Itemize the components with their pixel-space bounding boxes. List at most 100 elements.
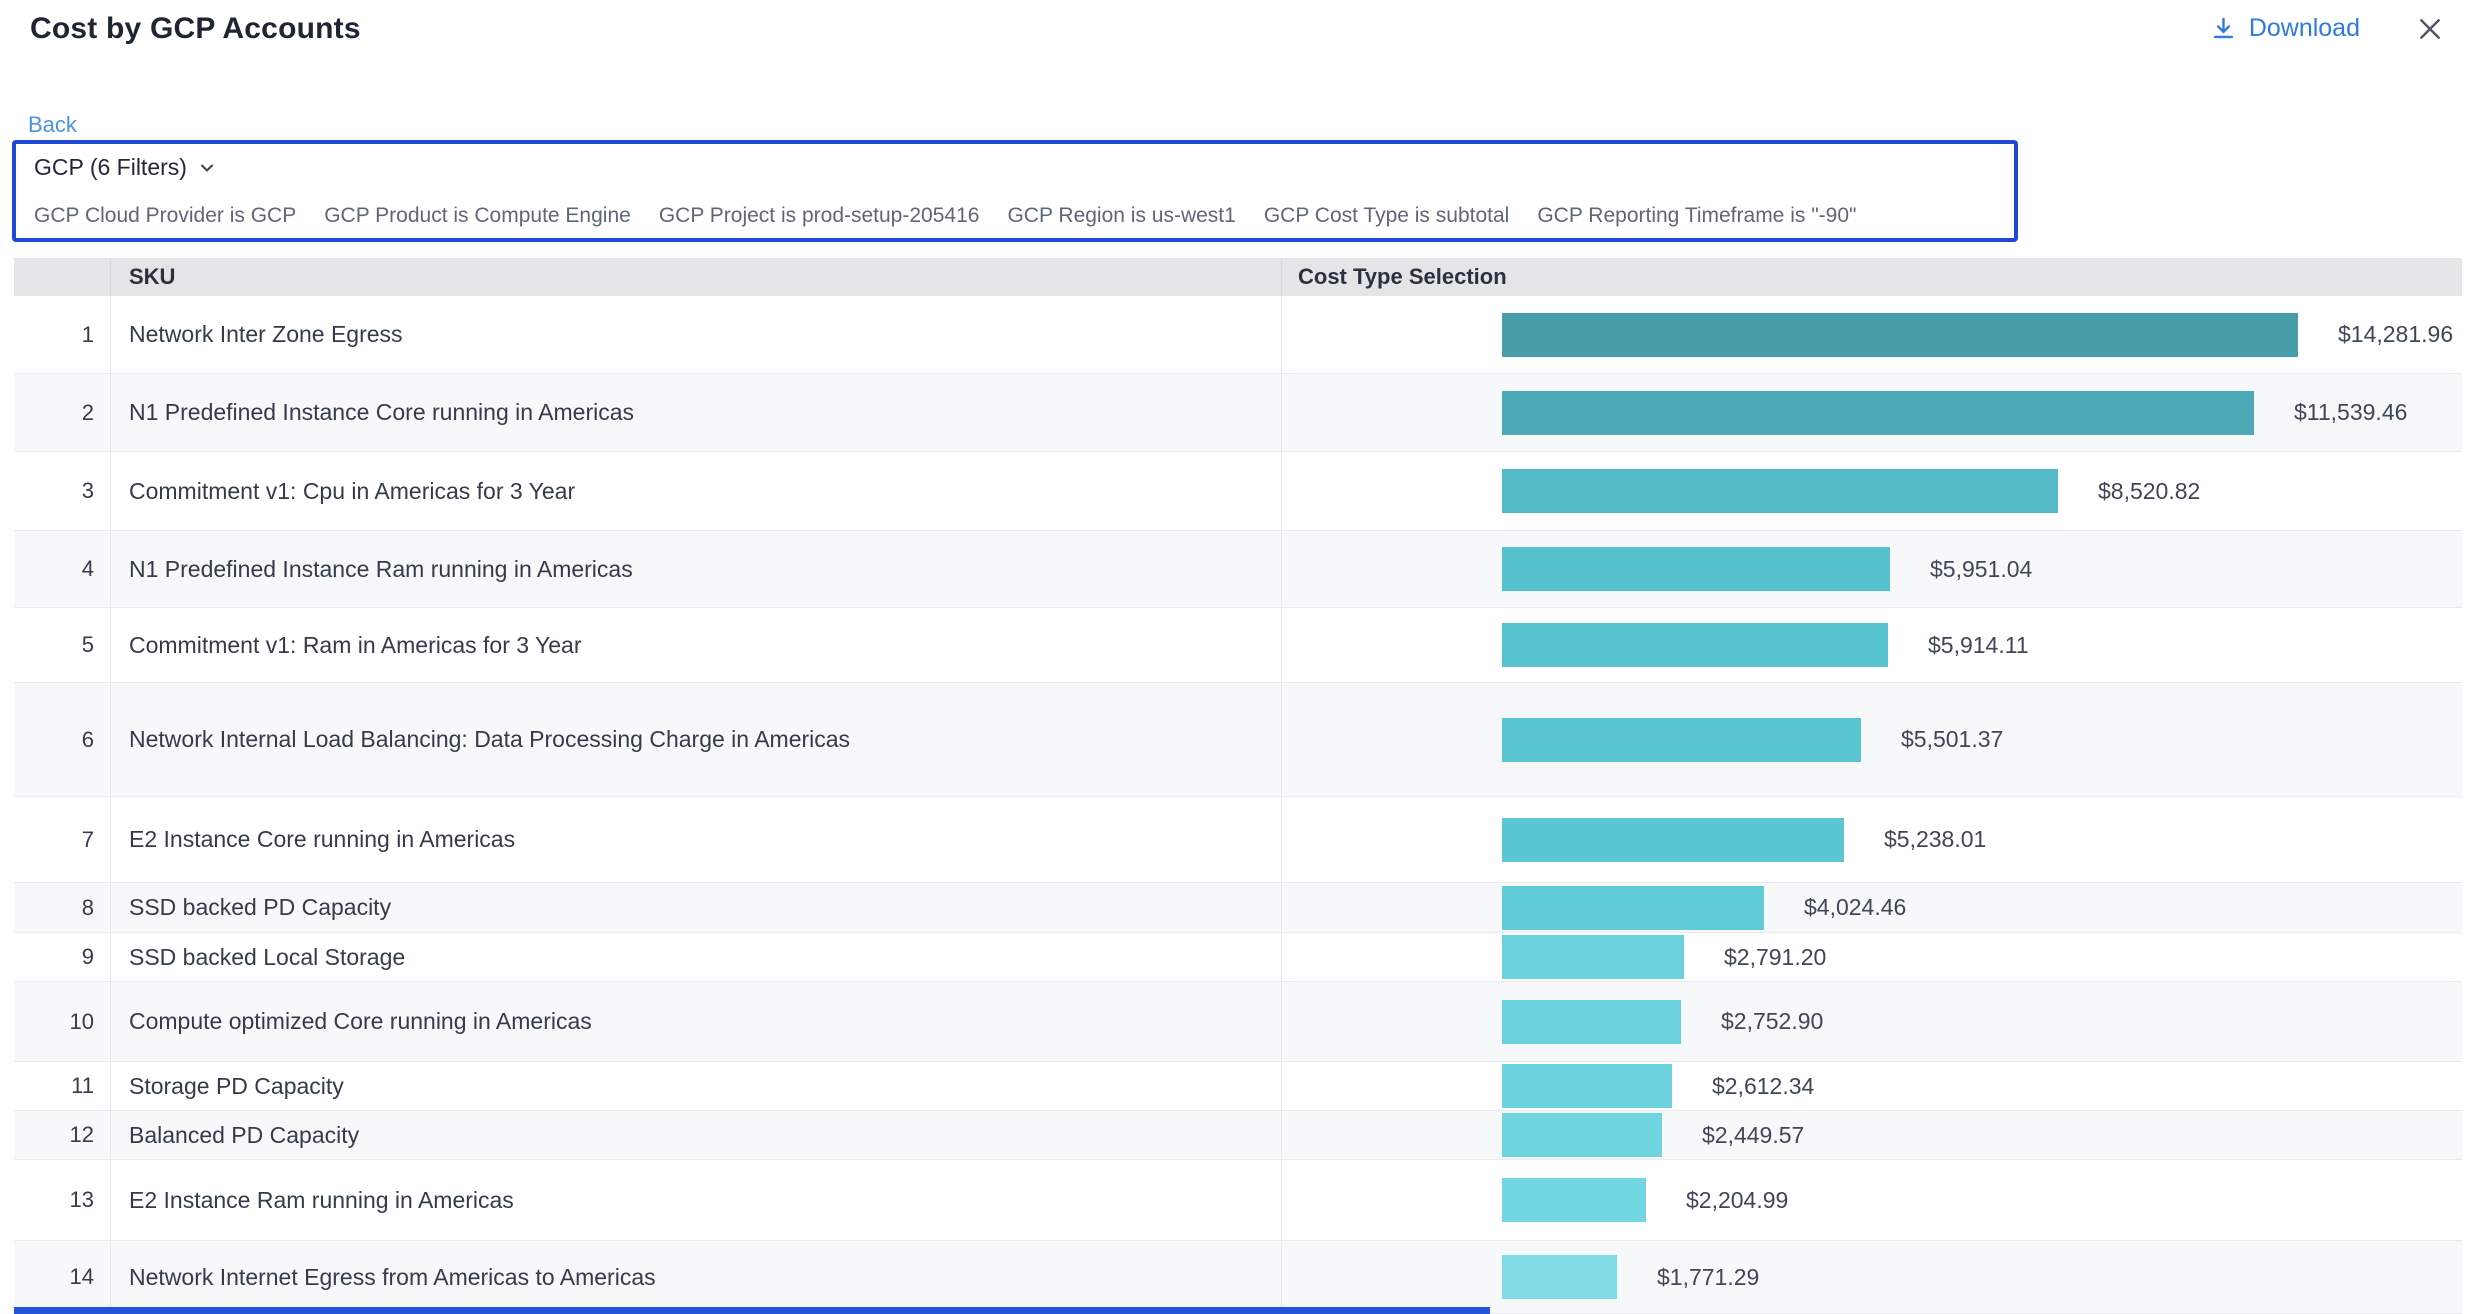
cost-bar[interactable] — [1502, 391, 2254, 435]
table-row[interactable]: 10Compute optimized Core running in Amer… — [14, 982, 2462, 1062]
table-row[interactable]: 3Commitment v1: Cpu in Americas for 3 Ye… — [14, 452, 2462, 531]
cost-bar[interactable] — [1502, 1000, 1681, 1044]
download-button[interactable]: Download — [2210, 14, 2360, 43]
filter-group-toggle[interactable]: GCP (6 Filters) — [34, 154, 217, 181]
cost-value-label: $2,449.57 — [1702, 1122, 1804, 1149]
cost-bar[interactable] — [1502, 818, 1844, 862]
column-header-sku[interactable]: SKU — [111, 258, 1282, 296]
table-row[interactable]: 5Commitment v1: Ram in Americas for 3 Ye… — [14, 608, 2462, 683]
column-header-index — [14, 258, 111, 296]
close-icon — [2416, 15, 2444, 43]
table-row[interactable]: 4N1 Predefined Instance Ram running in A… — [14, 531, 2462, 608]
cost-bar[interactable] — [1502, 547, 1890, 591]
table-row[interactable]: 8SSD backed PD Capacity $4,024.46 — [14, 883, 2462, 933]
table-row[interactable]: 13E2 Instance Ram running in Americas$2,… — [14, 1160, 2462, 1241]
cost-value-label: $8,520.82 — [2098, 478, 2200, 505]
table-row[interactable]: 12Balanced PD Capacity$2,449.57 — [14, 1111, 2462, 1160]
cost-bar-cell: $2,612.34 — [1282, 1062, 2462, 1110]
cost-bar[interactable] — [1502, 1178, 1646, 1222]
sku-name: N1 Predefined Instance Core running in A… — [111, 374, 1282, 451]
table-row[interactable]: 14Network Internet Egress from Americas … — [14, 1241, 2462, 1314]
row-index: 8 — [14, 883, 111, 932]
cost-value-label: $5,501.37 — [1901, 726, 2003, 753]
row-index: 5 — [14, 608, 111, 682]
table-header: SKU Cost Type Selection — [14, 258, 2462, 296]
row-index: 2 — [14, 374, 111, 451]
table-row[interactable]: 9SSD backed Local Storage$2,791.20 — [14, 933, 2462, 982]
cost-value-label: $5,238.01 — [1884, 826, 1986, 853]
cost-value-label: $11,539.46 — [2294, 399, 2407, 426]
row-index: 13 — [14, 1160, 111, 1240]
filter-condition-3: GCP Project is prod-setup-205416 — [659, 204, 980, 228]
row-index: 11 — [14, 1062, 111, 1110]
top-actions: Download — [2210, 14, 2444, 43]
sku-name: Network Inter Zone Egress — [111, 296, 1282, 373]
cost-bar[interactable] — [1502, 623, 1888, 667]
row-index: 6 — [14, 683, 111, 796]
cost-by-gcp-accounts-panel: Cost by GCP Accounts Download Back GCP (… — [0, 0, 2476, 1314]
cost-bar-cell: $2,449.57 — [1282, 1111, 2462, 1159]
sku-name: Storage PD Capacity — [111, 1062, 1282, 1110]
close-button[interactable] — [2416, 15, 2444, 43]
table-row[interactable]: 2N1 Predefined Instance Core running in … — [14, 374, 2462, 452]
cost-bar-cell: $2,791.20 — [1282, 933, 2462, 981]
cost-bar-cell: $5,238.01 — [1282, 797, 2462, 882]
cost-bar[interactable] — [1502, 718, 1861, 762]
chevron-down-icon — [197, 158, 217, 178]
filter-group-label: GCP (6 Filters) — [34, 154, 187, 181]
cost-bar[interactable] — [1502, 886, 1764, 930]
cost-bar[interactable] — [1502, 1064, 1672, 1108]
cost-bar-cell: $14,281.96 — [1282, 296, 2462, 373]
sku-name: SSD backed PD Capacity — [111, 883, 1282, 932]
cost-value-label: $2,204.99 — [1686, 1187, 1788, 1214]
sku-name: E2 Instance Core running in Americas — [111, 797, 1282, 882]
sku-name: Compute optimized Core running in Americ… — [111, 982, 1282, 1061]
row-index: 3 — [14, 452, 111, 530]
sku-name: Balanced PD Capacity — [111, 1111, 1282, 1159]
filter-condition-6: GCP Reporting Timeframe is "-90" — [1537, 204, 1856, 228]
row-index: 7 — [14, 797, 111, 882]
filter-group-box: GCP (6 Filters) GCP Cloud Provider is GC… — [12, 140, 2018, 242]
cost-bar[interactable] — [1502, 935, 1684, 979]
table-row[interactable]: 7E2 Instance Core running in Americas $5,… — [14, 797, 2462, 883]
cost-value-label: $14,281.96 — [2338, 321, 2453, 348]
cost-value-label: $2,752.90 — [1721, 1008, 1823, 1035]
sku-name: N1 Predefined Instance Ram running in Am… — [111, 531, 1282, 607]
cost-bar-cell: $2,752.90 — [1282, 982, 2462, 1061]
row-index: 9 — [14, 933, 111, 981]
cost-value-label: $5,951.04 — [1930, 556, 2032, 583]
sku-name: Network Internet Egress from Americas to… — [111, 1241, 1282, 1313]
cost-bar-cell: $4,024.46 — [1282, 883, 2462, 932]
horizontal-scroll-indicator[interactable] — [14, 1307, 1490, 1314]
row-index: 1 — [14, 296, 111, 373]
page-title: Cost by GCP Accounts — [30, 12, 361, 46]
cost-bar[interactable] — [1502, 313, 2298, 357]
cost-value-label: $2,791.20 — [1724, 944, 1826, 971]
filter-condition-4: GCP Region is us-west1 — [1007, 204, 1235, 228]
sku-name: Commitment v1: Ram in Americas for 3 Yea… — [111, 608, 1282, 682]
column-header-cost-type-selection[interactable]: Cost Type Selection — [1282, 258, 2462, 296]
row-index: 4 — [14, 531, 111, 607]
cost-bar[interactable] — [1502, 1255, 1617, 1299]
sku-name: Commitment v1: Cpu in Americas for 3 Yea… — [111, 452, 1282, 530]
cost-bar[interactable] — [1502, 1113, 1662, 1157]
cost-bar-cell: $5,951.04 — [1282, 531, 2462, 607]
table-row[interactable]: 6Network Internal Load Balancing: Data P… — [14, 683, 2462, 797]
download-icon — [2210, 15, 2237, 42]
cost-table: SKU Cost Type Selection 1Network Inter Z… — [14, 258, 2462, 1314]
back-link[interactable]: Back — [28, 112, 77, 138]
filter-condition-2: GCP Product is Compute Engine — [324, 204, 631, 228]
table-row[interactable]: 1Network Inter Zone Egress $14,281.96 — [14, 296, 2462, 374]
cost-bar[interactable] — [1502, 469, 2058, 513]
table-row[interactable]: 11Storage PD Capacity $2,612.34 — [14, 1062, 2462, 1111]
cost-value-label: $4,024.46 — [1804, 894, 1906, 921]
cost-bar-cell: $11,539.46 — [1282, 374, 2462, 451]
filter-conditions: GCP Cloud Provider is GCPGCP Product is … — [34, 204, 1996, 228]
row-index: 14 — [14, 1241, 111, 1313]
cost-value-label: $2,612.34 — [1712, 1073, 1814, 1100]
cost-bar-cell: $8,520.82 — [1282, 452, 2462, 530]
row-index: 10 — [14, 982, 111, 1061]
cost-value-label: $1,771.29 — [1657, 1264, 1759, 1291]
filter-condition-5: GCP Cost Type is subtotal — [1264, 204, 1510, 228]
cost-bar-cell: $5,501.37 — [1282, 683, 2462, 796]
